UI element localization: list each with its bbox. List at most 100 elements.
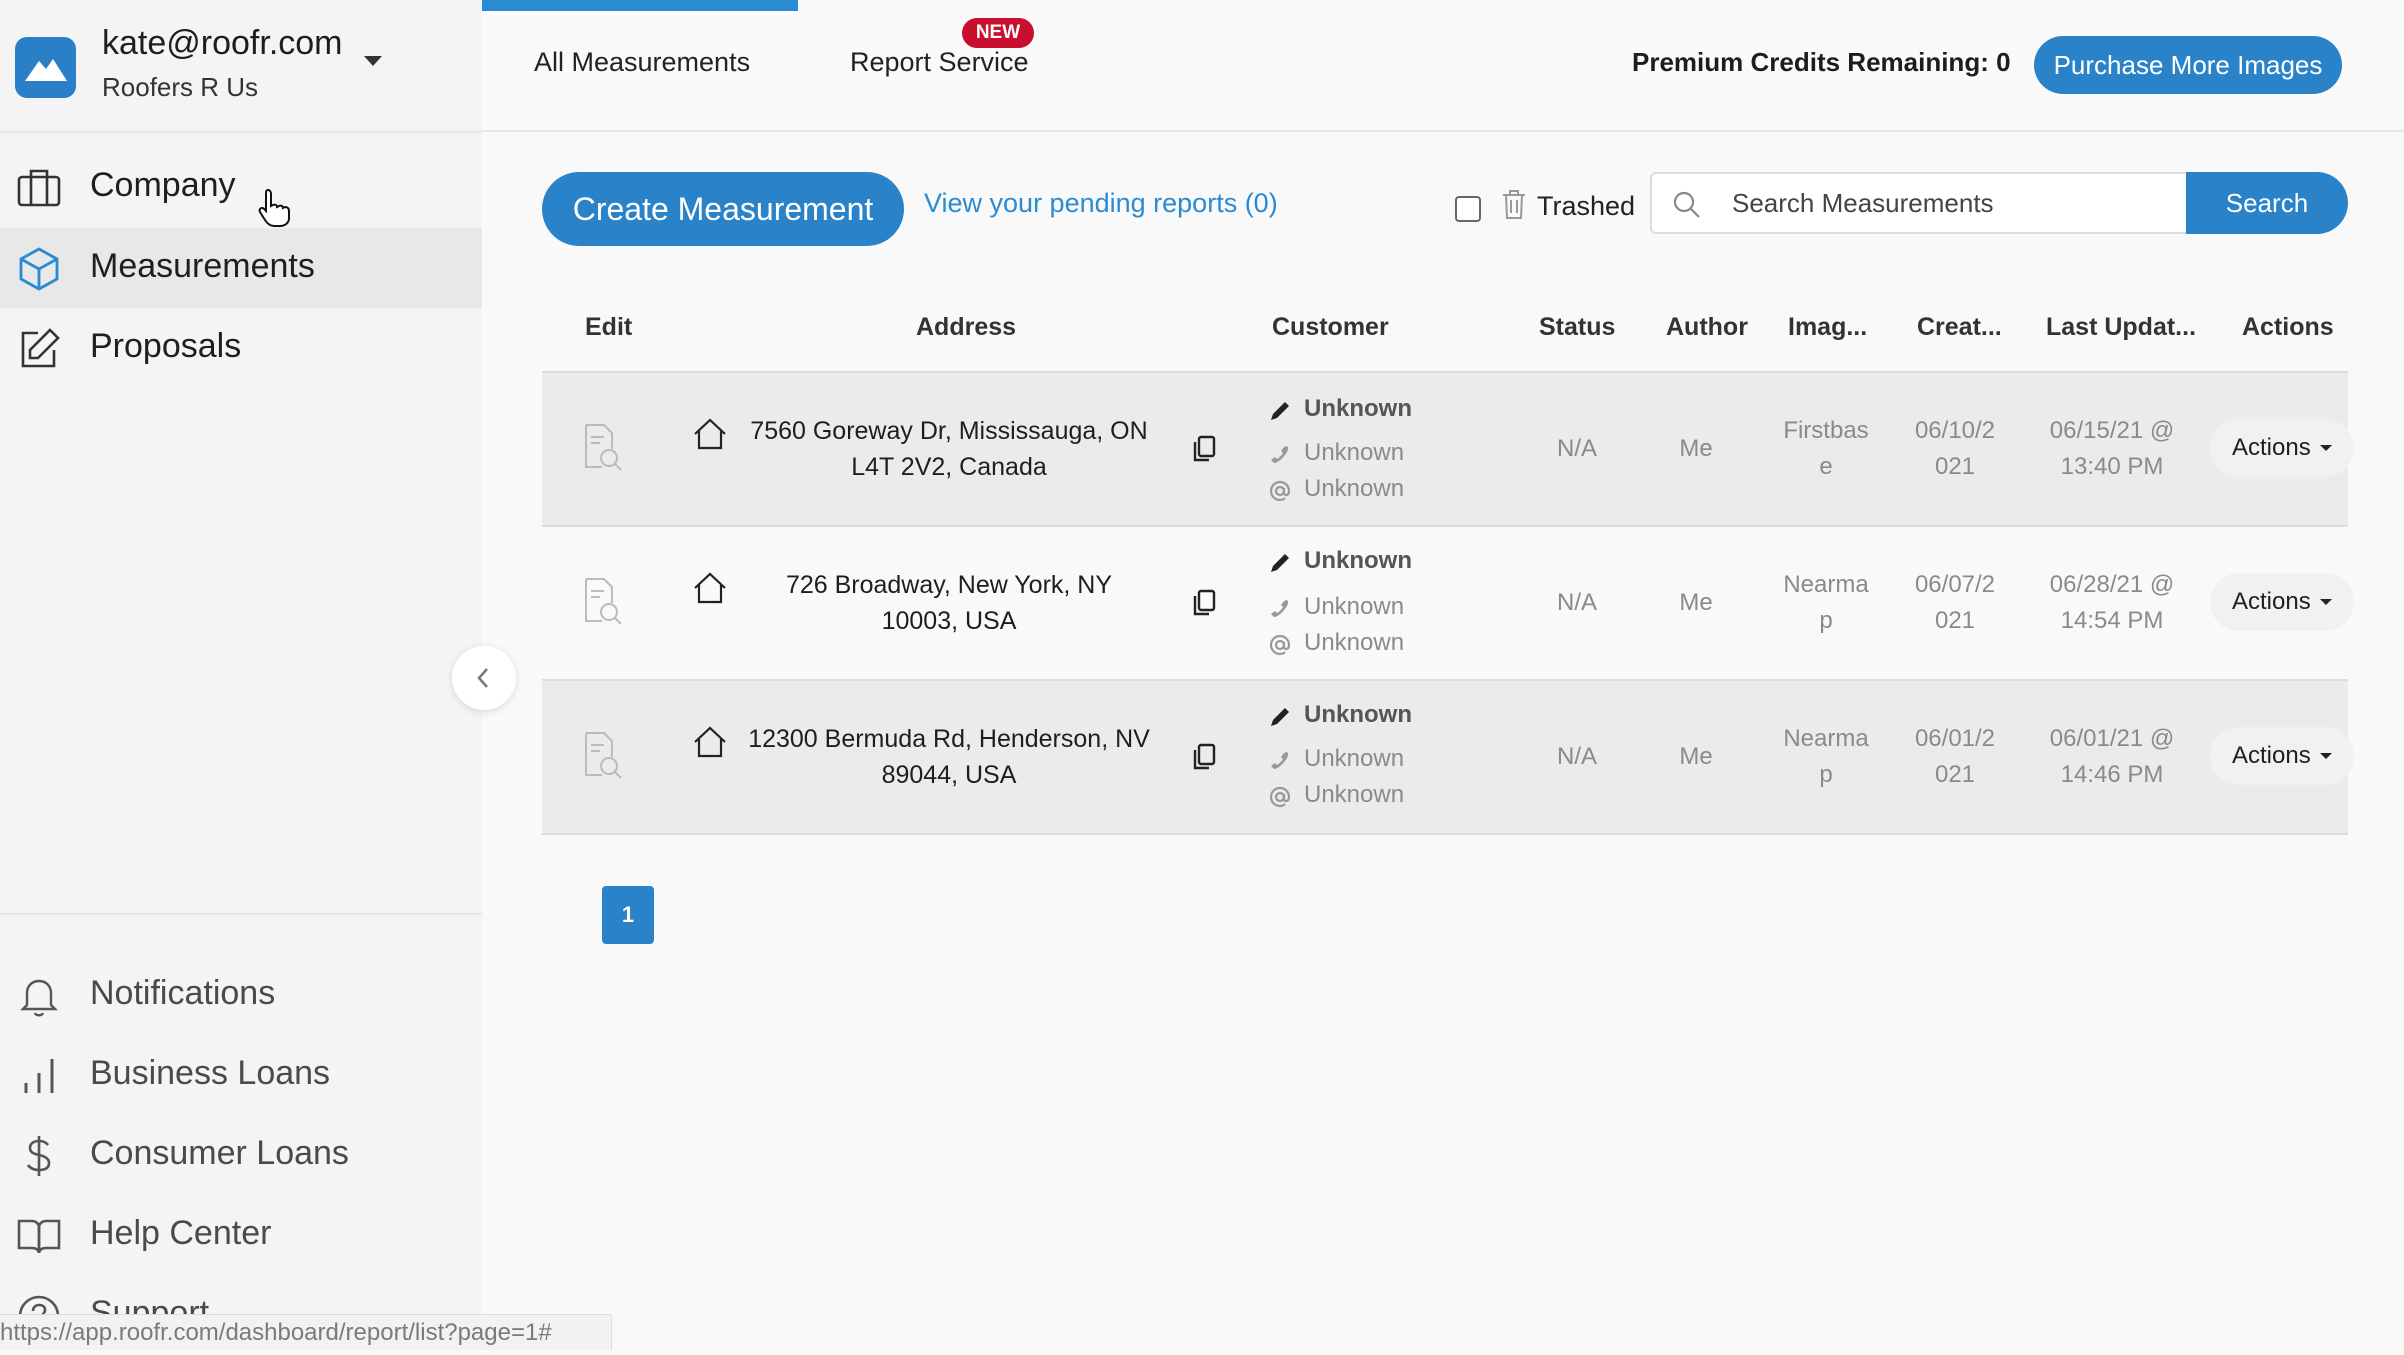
sidebar-item-label: Measurements <box>90 247 315 286</box>
chevron-left-icon <box>472 666 496 690</box>
trash-icon <box>1500 188 1528 220</box>
sidebar-item-label: Proposals <box>90 327 241 366</box>
bell-icon <box>16 973 62 1019</box>
row-address[interactable]: 726 Broadway, New York, NY 10003, USA <box>747 567 1151 639</box>
sidebar-item-help-center[interactable]: Help Center <box>0 1195 482 1275</box>
create-measurement-button[interactable]: Create Measurement <box>542 172 904 246</box>
account-switcher[interactable]: kate@roofr.com Roofers R Us <box>0 0 482 133</box>
row-last-updated: 06/01/21 @ 14:46 PM <box>2044 721 2180 793</box>
roofr-logo <box>15 37 76 98</box>
sidebar-item-label: Consumer Loans <box>90 1134 349 1173</box>
house-icon <box>692 417 728 451</box>
sidebar-item-business-loans[interactable]: Business Loans <box>0 1035 482 1115</box>
sidebar-item-measurements[interactable]: Measurements <box>0 228 482 308</box>
report-search-icon[interactable] <box>582 423 624 473</box>
hand-cursor-icon <box>258 188 292 228</box>
caret-down-icon <box>2320 753 2332 759</box>
pencil-icon <box>1268 551 1292 575</box>
table-row: 7560 Goreway Dr, Mississauga, ON L4T 2V2… <box>542 373 2348 526</box>
row-created: 06/10/2021 <box>1912 413 1998 485</box>
house-icon <box>692 571 728 605</box>
table-divider <box>542 833 2348 835</box>
copy-icon[interactable] <box>1192 589 1216 617</box>
actions-dropdown-button[interactable]: Actions <box>2210 419 2354 477</box>
edit-icon <box>16 326 62 372</box>
customer-info: Unknown Unknown Unknown <box>1268 701 1488 811</box>
account-email: kate@roofr.com <box>102 24 343 63</box>
collapse-sidebar-button[interactable] <box>452 646 516 710</box>
column-header-last-updated[interactable]: Last Updat... <box>2046 313 2196 342</box>
actions-label: Actions <box>2232 588 2311 615</box>
at-sign-icon <box>1268 479 1292 503</box>
pencil-icon <box>1268 399 1292 423</box>
active-tab-indicator <box>482 0 798 11</box>
sidebar-item-notifications[interactable]: Notifications <box>0 955 482 1035</box>
row-imagery: Nearmap <box>1782 567 1870 639</box>
caret-down-icon <box>2320 445 2332 451</box>
tab-report-service[interactable]: Report Service <box>850 47 1029 78</box>
row-created: 06/01/2021 <box>1912 721 1998 793</box>
purchase-more-images-button[interactable]: Purchase More Images <box>2034 36 2342 94</box>
row-status: N/A <box>1522 739 1632 775</box>
phone-icon <box>1268 597 1292 621</box>
actions-dropdown-button[interactable]: Actions <box>2210 573 2354 631</box>
tab-all-measurements[interactable]: All Measurements <box>534 47 750 78</box>
dollar-icon <box>16 1133 62 1179</box>
cube-icon <box>16 246 62 292</box>
at-sign-icon <box>1268 785 1292 809</box>
customer-name[interactable]: Unknown <box>1304 701 1412 729</box>
browser-status-url: https://app.roofr.com/dashboard/report/l… <box>0 1314 612 1350</box>
new-badge: NEW <box>962 18 1034 48</box>
column-header-imagery[interactable]: Imag... <box>1788 313 1867 342</box>
row-author: Me <box>1656 739 1736 775</box>
column-header-actions: Actions <box>2242 313 2334 342</box>
actions-dropdown-button[interactable]: Actions <box>2210 727 2354 785</box>
search-input[interactable] <box>1730 174 2170 232</box>
table-row: 726 Broadway, New York, NY 10003, USA Un… <box>542 527 2348 680</box>
customer-phone: Unknown <box>1304 593 1404 621</box>
sidebar-divider <box>0 913 482 915</box>
sidebar-item-proposals[interactable]: Proposals <box>0 308 482 388</box>
phone-icon <box>1268 443 1292 467</box>
column-header-author[interactable]: Author <box>1666 313 1748 342</box>
pending-reports-link[interactable]: View your pending reports (0) <box>924 188 1278 219</box>
trashed-checkbox[interactable] <box>1455 196 1481 222</box>
column-header-customer[interactable]: Customer <box>1272 313 1389 342</box>
sidebar-item-company[interactable]: Company <box>0 147 482 227</box>
column-header-address[interactable]: Address <box>916 313 1016 342</box>
row-imagery: Firstbase <box>1782 413 1870 485</box>
copy-icon[interactable] <box>1192 435 1216 463</box>
report-search-icon[interactable] <box>582 577 624 627</box>
customer-email: Unknown <box>1304 475 1404 503</box>
column-header-created[interactable]: Creat... <box>1917 313 2002 342</box>
sidebar-item-label: Company <box>90 166 236 205</box>
search-button[interactable]: Search <box>2186 172 2348 234</box>
report-search-icon[interactable] <box>582 731 624 781</box>
account-org: Roofers R Us <box>102 72 258 103</box>
sidebar-item-label: Help Center <box>90 1214 271 1253</box>
column-header-status[interactable]: Status <box>1539 313 1615 342</box>
caret-down-icon <box>2320 599 2332 605</box>
customer-email: Unknown <box>1304 629 1404 657</box>
customer-name[interactable]: Unknown <box>1304 547 1412 575</box>
pagination-page-1[interactable]: 1 <box>602 886 654 944</box>
actions-label: Actions <box>2232 434 2311 461</box>
chevron-down-icon[interactable] <box>364 56 382 66</box>
company-icon <box>16 165 62 211</box>
row-author: Me <box>1656 431 1736 467</box>
sidebar-item-label: Business Loans <box>90 1054 330 1093</box>
column-header-edit: Edit <box>585 313 632 342</box>
sidebar-item-consumer-loans[interactable]: Consumer Loans <box>0 1115 482 1195</box>
pencil-icon <box>1268 705 1292 729</box>
search-icon <box>1672 190 1702 220</box>
row-address[interactable]: 7560 Goreway Dr, Mississauga, ON L4T 2V2… <box>734 413 1164 485</box>
customer-name[interactable]: Unknown <box>1304 395 1412 423</box>
row-address[interactable]: 12300 Bermuda Rd, Henderson, NV 89044, U… <box>747 721 1151 793</box>
sidebar: kate@roofr.com Roofers R Us Company Meas… <box>0 0 482 1350</box>
customer-info: Unknown Unknown Unknown <box>1268 547 1488 657</box>
bar-chart-icon <box>16 1053 62 1099</box>
copy-icon[interactable] <box>1192 743 1216 771</box>
row-status: N/A <box>1522 585 1632 621</box>
book-icon <box>16 1213 62 1259</box>
row-last-updated: 06/28/21 @ 14:54 PM <box>2044 567 2180 639</box>
